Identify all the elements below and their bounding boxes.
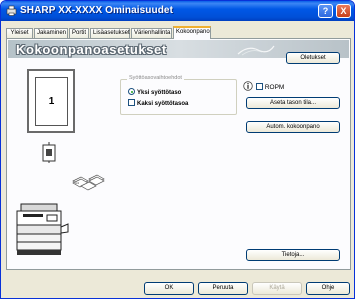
single-tray-radio[interactable] [128,88,135,95]
configuration-panel: Kokoonpanoasetukset Oletukset 1 A4 Syött… [6,38,351,270]
ropm-label: ROPM [264,84,285,91]
banner-title: Kokoonpanoasetukset [16,42,167,57]
help-button[interactable]: Ohje [306,282,350,295]
tab-ports[interactable]: Portit [69,28,89,38]
tab-sharing[interactable]: Jakaminen [34,28,68,38]
printer-icon [6,5,17,16]
cancel-button[interactable]: Peruuta [198,282,248,295]
title-bar[interactable]: SHARP XX-XXXX Ominaisuudet ? X [1,1,354,21]
tab-configuration[interactable]: Kokoonpano [173,26,211,39]
ropm-option[interactable]: ROPM [243,81,284,93]
defaults-button[interactable]: Oletukset [286,52,340,64]
apply-button[interactable]: Käytä [252,282,302,295]
ropm-checkbox[interactable] [255,83,263,90]
paper-stack-icon: A4 [72,174,105,191]
tab-color-management[interactable]: Värienhallinta [131,28,172,38]
properties-dialog: SHARP XX-XXXX Ominaisuudet ? X Yleiset J… [0,0,355,299]
banner-swoosh-decoration [237,45,275,56]
single-tray-option[interactable]: Yksi syöttötaso [128,88,181,96]
info-icon[interactable] [243,81,253,91]
two-trays-label: Kaksi syöttötasoa [137,101,189,107]
svg-text:A4: A4 [75,181,79,185]
paper-tray-options-group: Syöttöasovaihtoehdot Yksi syöttötaso Kak… [120,75,237,115]
page-preview: 1 [27,69,75,133]
printer-illustration [16,203,69,255]
close-button[interactable]: X [336,4,351,18]
auto-configuration-button[interactable]: Autom. kokoonpano [246,121,340,133]
set-tray-status-button[interactable]: Aseta tason tila... [246,97,340,109]
group-title: Syöttöasovaihtoehdot [127,75,184,81]
tab-general[interactable]: Yleiset [6,28,33,38]
single-tray-label: Yksi syöttötaso [137,90,182,96]
two-trays-option[interactable]: Kaksi syöttötasoa [128,99,188,107]
preview-page: 1 [35,77,68,126]
ok-button[interactable]: OK [144,282,194,295]
two-trays-checkbox[interactable] [128,99,135,106]
info-button[interactable]: Tietoja... [246,249,340,261]
help-title-button[interactable]: ? [318,4,333,18]
window-title: SHARP XX-XXXX Ominaisuudet [20,5,174,16]
paper-tray-icon [42,142,56,163]
tab-advanced[interactable]: Lisäasetukset [90,28,130,38]
